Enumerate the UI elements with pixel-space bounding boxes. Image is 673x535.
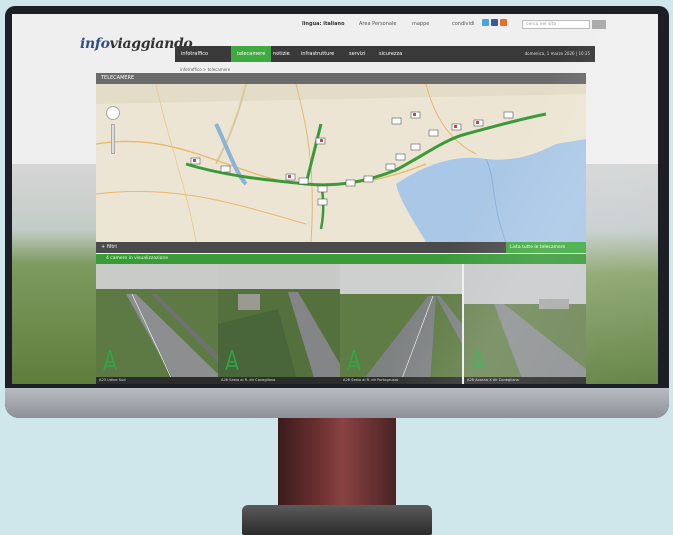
utility-bar: lingua: italiano Area Personale mappe co… xyxy=(12,18,658,32)
screen: lingua: italiano Area Personale mappe co… xyxy=(12,14,658,384)
antenna-icon xyxy=(347,350,361,370)
monitor-stand-base xyxy=(242,505,432,535)
main-nav: infotraffico telecamere notizie infrastrutt… xyxy=(175,46,595,62)
antenna-icon xyxy=(225,350,239,370)
camera-caption: A23 Udine Sud xyxy=(96,377,218,384)
nav-item-servizi[interactable]: servizi xyxy=(343,46,371,62)
zoom-slider[interactable] xyxy=(111,124,115,154)
filter-toggle[interactable]: + filtri xyxy=(101,242,117,253)
breadcrumb: infotraffico > telecamere xyxy=(180,67,231,72)
scenery-left xyxy=(12,164,96,384)
nav-date: domenica, 1 marzo 2026 | 10:35 xyxy=(524,51,590,56)
camera-tile[interactable]: A23 Udine Sud xyxy=(96,264,218,384)
nav-item-telecamere[interactable]: telecamere xyxy=(231,46,272,62)
camera-caption: A28 Sesto al R. dir Portogruaro xyxy=(340,377,462,384)
facebook-icon[interactable] xyxy=(491,19,498,26)
list-all-cameras-button[interactable]: Lista tutte le telecamere xyxy=(506,242,586,253)
camera-tile[interactable]: A28 Sesto al R. dir Portogruaro xyxy=(340,264,462,384)
share-label: condividi xyxy=(452,21,475,27)
monitor-chin xyxy=(5,388,669,418)
antenna-icon xyxy=(471,350,485,370)
camera-grid: A23 Udine Sud A28 Sesto al R. dir Conegl… xyxy=(96,264,586,384)
map-link[interactable]: mappe xyxy=(412,21,429,27)
search-button[interactable] xyxy=(592,20,606,29)
nav-item-infrastrutture[interactable]: infrastrutture xyxy=(295,46,340,62)
scenery-right xyxy=(586,164,658,384)
camera-bar-text: 4 camere in visualizzazione xyxy=(106,256,168,261)
rss-icon[interactable] xyxy=(500,19,507,26)
section-title: TELECAMERE xyxy=(96,73,586,84)
language-selector[interactable]: lingua: italiano xyxy=(302,21,345,27)
antenna-icon xyxy=(103,350,117,370)
camera-tile[interactable]: A28 Azzano X dir Conegliano xyxy=(464,264,586,384)
map-graphic xyxy=(96,84,586,242)
search-input[interactable]: cerca nel sito xyxy=(522,20,590,29)
camera-bar: 4 camere in visualizzazione xyxy=(96,254,586,264)
personal-area-link[interactable]: Area Personale xyxy=(359,21,396,27)
camera-tile[interactable]: A28 Sesto al R. dir Conegliano xyxy=(218,264,340,384)
filter-bar: + filtri Lista tutte le telecamere xyxy=(96,242,586,253)
camera-caption: A28 Sesto al R. dir Conegliano xyxy=(218,377,340,384)
zoom-control-icon[interactable] xyxy=(106,106,120,120)
social-links xyxy=(482,19,507,26)
camera-map[interactable] xyxy=(96,84,586,242)
nav-item-infotraffico[interactable]: infotraffico xyxy=(175,46,214,62)
nav-item-sicurezza[interactable]: sicurezza xyxy=(373,46,408,62)
nav-item-notizie[interactable]: notizie xyxy=(267,46,296,62)
logo-info: info xyxy=(80,36,110,52)
camera-caption: A28 Azzano X dir Conegliano xyxy=(464,377,586,384)
twitter-icon[interactable] xyxy=(482,19,489,26)
